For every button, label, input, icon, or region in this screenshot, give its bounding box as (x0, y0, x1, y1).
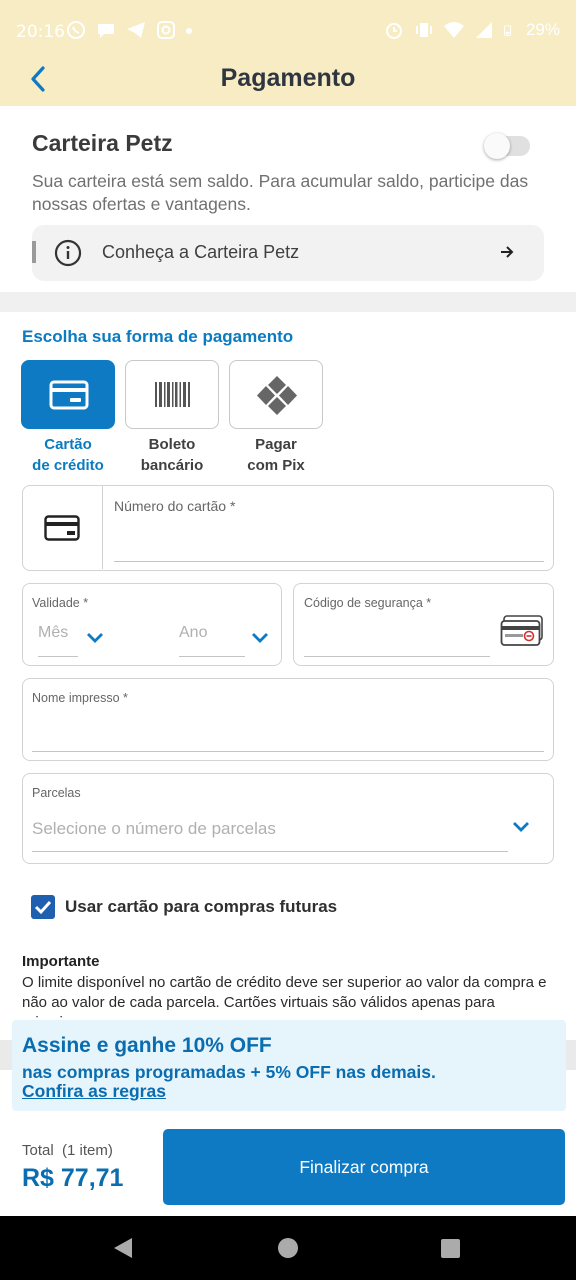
barcode-icon (155, 382, 190, 407)
save-card-checkbox[interactable] (31, 895, 55, 919)
method-label-pix: Pagar com Pix (216, 434, 336, 476)
credit-card-icon (49, 380, 89, 410)
name-underline (32, 751, 544, 752)
name-field[interactable]: Nome impresso * (22, 678, 554, 761)
method-label-line2: de crédito (32, 457, 104, 474)
chat-icon (98, 24, 114, 38)
method-label-credit-card: Cartão de crédito (8, 434, 128, 476)
header: Pagamento (0, 52, 576, 106)
method-label-line1: Boleto (148, 436, 196, 453)
nav-recents-icon[interactable] (441, 1239, 460, 1258)
telegram-icon (127, 22, 145, 38)
wallet-info-link[interactable]: Conheça a Carteira Petz (32, 225, 544, 281)
scroll-edge (32, 241, 36, 263)
method-label-line2: com Pix (247, 457, 305, 474)
wallet-description: Sua carteira está sem saldo. Para acumul… (32, 171, 529, 214)
card-number-label: Número do cartão * (114, 498, 236, 514)
installments-field[interactable]: Parcelas Selecione o número de parcelas (22, 773, 554, 864)
chevron-down-icon[interactable] (86, 632, 104, 644)
installments-label: Parcelas (32, 786, 81, 800)
save-card-label[interactable]: Usar cartão para compras futuras (65, 897, 337, 917)
year-underline (179, 656, 245, 657)
total-value: R$ 77,71 (22, 1164, 124, 1192)
method-boleto[interactable] (125, 360, 219, 429)
wallet-link-label: Conheça a Carteira Petz (102, 242, 300, 262)
important-text: O limite disponível no cartão de crédito… (22, 974, 547, 1019)
validity-label: Validade * (32, 596, 89, 610)
battery-icon (504, 25, 512, 36)
promo-title: Assine e ganhe 10% OFF (22, 1034, 272, 1057)
card-icon (44, 515, 80, 541)
toggle-knob (484, 133, 510, 159)
method-label-line2: bancário (140, 457, 204, 474)
method-label-line1: Pagar (255, 436, 297, 453)
security-code-field[interactable]: Código de segurança * (293, 583, 554, 666)
pix-icon (257, 376, 297, 415)
method-label-line1: Cartão (44, 436, 92, 453)
system-nav-bar (0, 1216, 576, 1280)
checkout-footer: Total (1 item) R$ 77,71 Finalizar compra (0, 1122, 576, 1216)
info-icon (54, 239, 82, 267)
nav-home-icon[interactable] (278, 1238, 298, 1258)
method-label-boleto: Boleto bancário (112, 434, 232, 476)
card-number-field[interactable]: Número do cartão * (22, 485, 554, 571)
card-icon-box (23, 486, 103, 569)
page-title: Pagamento (220, 64, 356, 92)
wallet-toggle[interactable] (484, 133, 530, 159)
whatsapp-icon (67, 21, 85, 39)
promo-subtitle: nas compras programadas + 5% OFF nas dem… (22, 1062, 436, 1082)
important-title: Importante (22, 953, 100, 970)
wallet-title: Carteira Petz (32, 130, 173, 156)
card-cvv-icon (500, 615, 543, 646)
section-divider (0, 292, 576, 312)
arrow-right-icon (501, 246, 514, 258)
chevron-down-icon[interactable] (251, 632, 269, 644)
instagram-icon (157, 21, 175, 39)
month-underline (38, 656, 78, 657)
wallet-section: Carteira Petz Sua carteira está sem sald… (0, 106, 576, 292)
promo-banner: Assine e ganhe 10% OFF nas compras progr… (12, 1020, 566, 1111)
installments-select[interactable]: Selecione o número de parcelas (32, 819, 276, 839)
finish-purchase-button[interactable]: Finalizar compra (163, 1129, 565, 1205)
security-code-underline (304, 656, 490, 657)
method-pix[interactable] (229, 360, 323, 429)
card-number-underline (114, 561, 544, 562)
status-time: 20:16 (16, 22, 65, 42)
validity-field: Validade * Mês Ano (22, 583, 282, 666)
check-icon (34, 900, 52, 915)
vibrate-icon (415, 23, 432, 37)
wifi-icon (443, 22, 464, 38)
chevron-down-icon[interactable] (512, 821, 530, 833)
nav-back-icon[interactable] (112, 1236, 134, 1260)
installments-underline (32, 851, 508, 852)
total-label: Total (1 item) (22, 1142, 113, 1159)
signal-icon (475, 22, 492, 38)
promo-rules-link[interactable]: Confira as regras (22, 1081, 166, 1102)
dot-icon (186, 28, 192, 34)
name-label: Nome impresso * (32, 691, 128, 705)
alarm-icon (385, 23, 402, 39)
payment-section-title: Escolha sua forma de pagamento (22, 327, 294, 346)
month-select[interactable]: Mês (38, 624, 68, 642)
year-select[interactable]: Ano (179, 624, 207, 642)
security-code-label: Código de segurança * (304, 596, 432, 610)
method-credit-card[interactable] (21, 360, 115, 429)
battery-level: 29% (525, 20, 560, 39)
